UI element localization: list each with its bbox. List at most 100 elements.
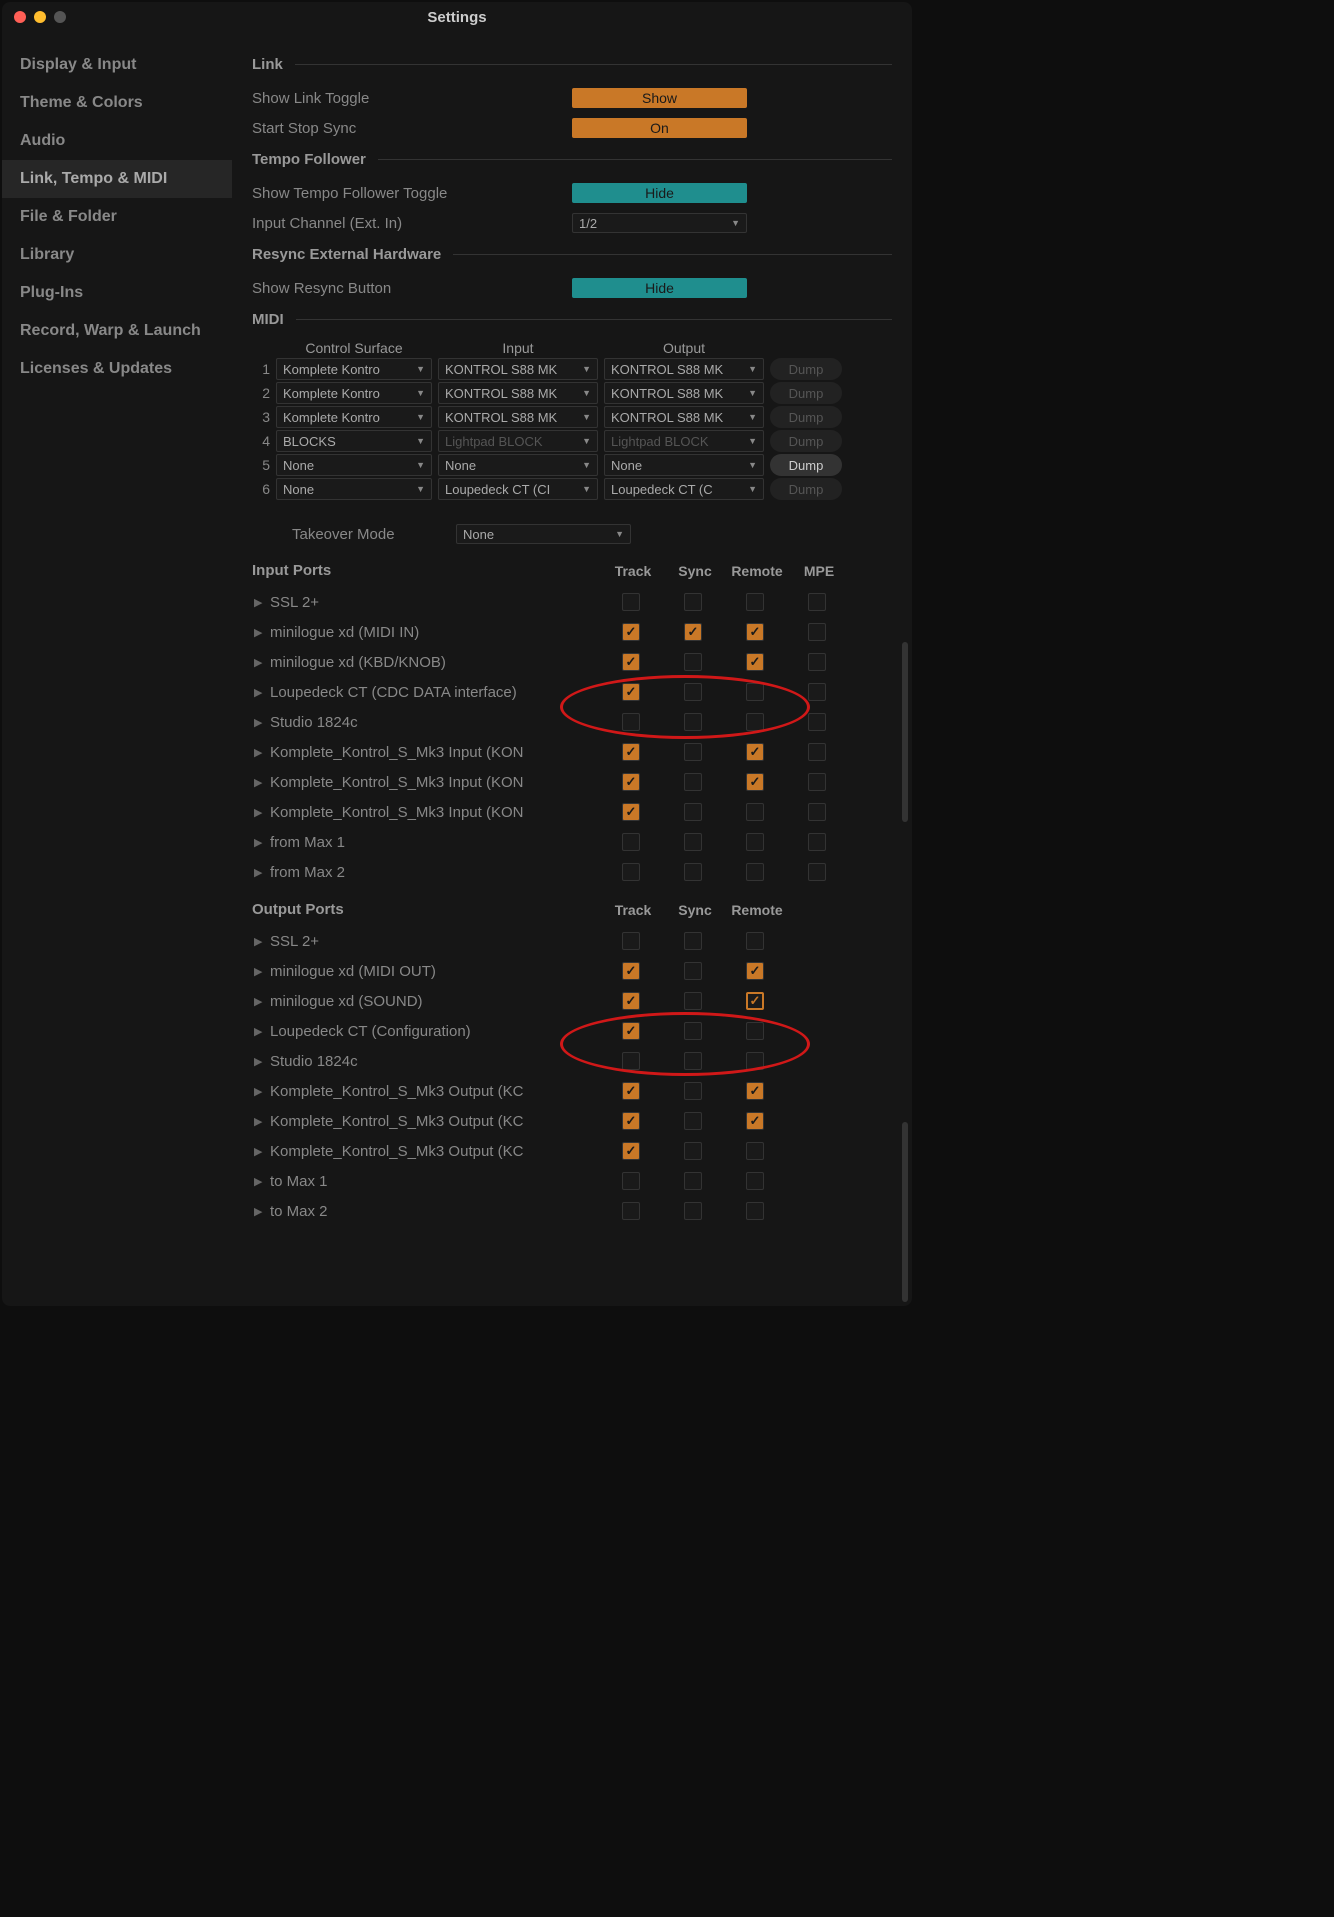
track-checkbox[interactable] xyxy=(622,713,640,731)
dump-button[interactable]: Dump xyxy=(770,478,842,500)
track-checkbox[interactable] xyxy=(622,1082,640,1100)
disclosure-icon[interactable]: ▶ xyxy=(252,1175,270,1188)
track-checkbox[interactable] xyxy=(622,1112,640,1130)
show-resync-toggle[interactable]: Hide xyxy=(572,278,747,298)
mpe-checkbox[interactable] xyxy=(808,653,826,671)
remote-checkbox[interactable] xyxy=(746,992,764,1010)
maximize-icon[interactable] xyxy=(54,11,66,23)
control-surface-dropdown[interactable]: None▼ xyxy=(276,454,432,476)
sync-checkbox[interactable] xyxy=(684,1022,702,1040)
sidebar-item[interactable]: Display & Input xyxy=(2,46,232,84)
remote-checkbox[interactable] xyxy=(746,1172,764,1190)
track-checkbox[interactable] xyxy=(622,1142,640,1160)
control-surface-dropdown[interactable]: BLOCKS▼ xyxy=(276,430,432,452)
midi-input-dropdown[interactable]: KONTROL S88 MK▼ xyxy=(438,382,598,404)
sidebar-item[interactable]: Plug-Ins xyxy=(2,274,232,312)
control-surface-dropdown[interactable]: Komplete Kontro▼ xyxy=(276,358,432,380)
scrollbar[interactable] xyxy=(902,1122,908,1302)
disclosure-icon[interactable]: ▶ xyxy=(252,776,270,789)
remote-checkbox[interactable] xyxy=(746,593,764,611)
mpe-checkbox[interactable] xyxy=(808,833,826,851)
disclosure-icon[interactable]: ▶ xyxy=(252,1025,270,1038)
sidebar-item[interactable]: File & Folder xyxy=(2,198,232,236)
midi-output-dropdown[interactable]: Loupedeck CT (C▼ xyxy=(604,478,764,500)
dump-button[interactable]: Dump xyxy=(770,430,842,452)
disclosure-icon[interactable]: ▶ xyxy=(252,596,270,609)
dump-button[interactable]: Dump xyxy=(770,382,842,404)
sidebar-item[interactable]: Theme & Colors xyxy=(2,84,232,122)
track-checkbox[interactable] xyxy=(622,593,640,611)
remote-checkbox[interactable] xyxy=(746,1202,764,1220)
dump-button[interactable]: Dump xyxy=(770,454,842,476)
sync-checkbox[interactable] xyxy=(684,593,702,611)
midi-output-dropdown[interactable]: KONTROL S88 MK▼ xyxy=(604,382,764,404)
mpe-checkbox[interactable] xyxy=(808,593,826,611)
midi-input-dropdown[interactable]: KONTROL S88 MK▼ xyxy=(438,406,598,428)
sync-checkbox[interactable] xyxy=(684,863,702,881)
track-checkbox[interactable] xyxy=(622,962,640,980)
dump-button[interactable]: Dump xyxy=(770,406,842,428)
takeover-mode-dropdown[interactable]: None▼ xyxy=(456,524,631,544)
track-checkbox[interactable] xyxy=(622,932,640,950)
sidebar-item[interactable]: Licenses & Updates xyxy=(2,350,232,388)
track-checkbox[interactable] xyxy=(622,773,640,791)
track-checkbox[interactable] xyxy=(622,992,640,1010)
midi-input-dropdown[interactable]: Lightpad BLOCK▼ xyxy=(438,430,598,452)
midi-input-dropdown[interactable]: KONTROL S88 MK▼ xyxy=(438,358,598,380)
sync-checkbox[interactable] xyxy=(684,803,702,821)
sync-checkbox[interactable] xyxy=(684,713,702,731)
remote-checkbox[interactable] xyxy=(746,653,764,671)
disclosure-icon[interactable]: ▶ xyxy=(252,626,270,639)
sync-checkbox[interactable] xyxy=(684,833,702,851)
track-checkbox[interactable] xyxy=(622,833,640,851)
control-surface-dropdown[interactable]: Komplete Kontro▼ xyxy=(276,382,432,404)
midi-output-dropdown[interactable]: None▼ xyxy=(604,454,764,476)
track-checkbox[interactable] xyxy=(622,743,640,761)
sync-checkbox[interactable] xyxy=(684,683,702,701)
start-stop-sync-toggle[interactable]: On xyxy=(572,118,747,138)
track-checkbox[interactable] xyxy=(622,683,640,701)
track-checkbox[interactable] xyxy=(622,623,640,641)
remote-checkbox[interactable] xyxy=(746,713,764,731)
close-icon[interactable] xyxy=(14,11,26,23)
disclosure-icon[interactable]: ▶ xyxy=(252,1085,270,1098)
remote-checkbox[interactable] xyxy=(746,833,764,851)
sync-checkbox[interactable] xyxy=(684,1082,702,1100)
remote-checkbox[interactable] xyxy=(746,623,764,641)
remote-checkbox[interactable] xyxy=(746,743,764,761)
remote-checkbox[interactable] xyxy=(746,1082,764,1100)
remote-checkbox[interactable] xyxy=(746,932,764,950)
remote-checkbox[interactable] xyxy=(746,1022,764,1040)
mpe-checkbox[interactable] xyxy=(808,683,826,701)
sync-checkbox[interactable] xyxy=(684,653,702,671)
show-tempo-follower-toggle[interactable]: Hide xyxy=(572,183,747,203)
mpe-checkbox[interactable] xyxy=(808,863,826,881)
sync-checkbox[interactable] xyxy=(684,992,702,1010)
track-checkbox[interactable] xyxy=(622,1172,640,1190)
dump-button[interactable]: Dump xyxy=(770,358,842,380)
sync-checkbox[interactable] xyxy=(684,623,702,641)
remote-checkbox[interactable] xyxy=(746,1052,764,1070)
sync-checkbox[interactable] xyxy=(684,743,702,761)
remote-checkbox[interactable] xyxy=(746,1142,764,1160)
sync-checkbox[interactable] xyxy=(684,1112,702,1130)
disclosure-icon[interactable]: ▶ xyxy=(252,965,270,978)
midi-output-dropdown[interactable]: Lightpad BLOCK▼ xyxy=(604,430,764,452)
mpe-checkbox[interactable] xyxy=(808,803,826,821)
midi-input-dropdown[interactable]: Loupedeck CT (CI▼ xyxy=(438,478,598,500)
sidebar-item[interactable]: Library xyxy=(2,236,232,274)
sidebar-item[interactable]: Record, Warp & Launch xyxy=(2,312,232,350)
track-checkbox[interactable] xyxy=(622,1052,640,1070)
show-link-toggle[interactable]: Show xyxy=(572,88,747,108)
disclosure-icon[interactable]: ▶ xyxy=(252,1055,270,1068)
track-checkbox[interactable] xyxy=(622,1202,640,1220)
track-checkbox[interactable] xyxy=(622,1022,640,1040)
track-checkbox[interactable] xyxy=(622,863,640,881)
remote-checkbox[interactable] xyxy=(746,683,764,701)
remote-checkbox[interactable] xyxy=(746,803,764,821)
disclosure-icon[interactable]: ▶ xyxy=(252,1145,270,1158)
remote-checkbox[interactable] xyxy=(746,962,764,980)
control-surface-dropdown[interactable]: Komplete Kontro▼ xyxy=(276,406,432,428)
disclosure-icon[interactable]: ▶ xyxy=(252,716,270,729)
sync-checkbox[interactable] xyxy=(684,1142,702,1160)
